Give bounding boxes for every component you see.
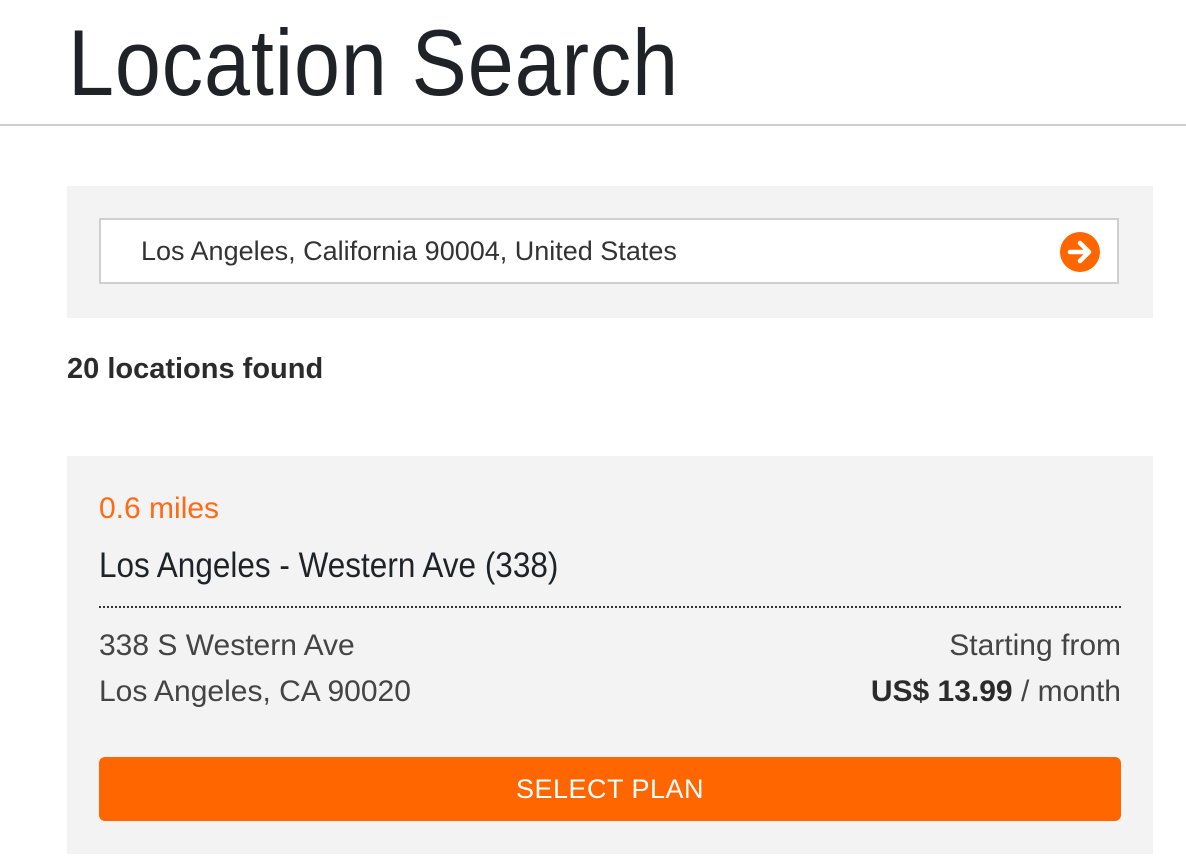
select-plan-button[interactable]: SELECT PLAN (99, 757, 1121, 821)
price-line: US$ 13.99 / month (871, 675, 1121, 709)
location-name: Los Angeles - Western Ave (338) (99, 546, 559, 585)
card-divider (99, 606, 1121, 608)
price-label: Starting from (949, 629, 1121, 662)
price-amount: US$ 13.99 (870, 675, 1013, 708)
address-street: 338 S Western Ave (99, 629, 355, 662)
location-card: 0.6 miles Los Angeles - Western Ave (338… (67, 456, 1153, 854)
page-header: Location Search (0, 0, 1186, 126)
page-title: Location Search (68, 10, 680, 115)
address-city: Los Angeles, CA 90020 (99, 675, 411, 708)
results-count: 20 locations found (67, 353, 324, 385)
price-period: / month (1020, 675, 1121, 708)
search-submit-button[interactable] (1060, 232, 1100, 272)
location-distance: 0.6 miles (99, 492, 220, 525)
location-search-input[interactable] (101, 220, 1041, 282)
search-panel (67, 186, 1153, 318)
search-box (99, 218, 1119, 284)
arrow-right-circle-icon (1067, 240, 1092, 264)
